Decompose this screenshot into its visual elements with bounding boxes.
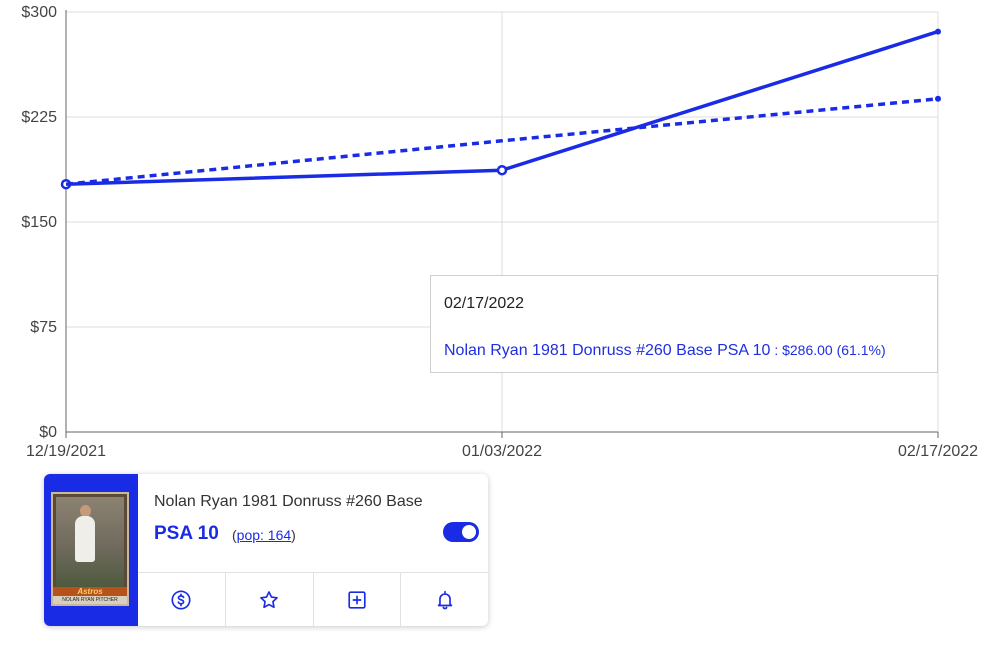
x-tick-label: 12/19/2021 <box>26 443 106 460</box>
x-tick-label: 01/03/2022 <box>462 443 542 460</box>
population-link[interactable]: pop: 164 <box>237 527 292 543</box>
trend-point <box>935 95 941 102</box>
card-image-banner: Astros <box>53 587 127 596</box>
y-tick-label: $0 <box>39 424 57 441</box>
x-tick-label: 02/17/2022 <box>898 443 978 460</box>
price-alert-button[interactable] <box>400 573 488 626</box>
card-image-caption: NOLAN RYAN PITCHER <box>53 596 127 604</box>
card-image: Astros NOLAN RYAN PITCHER <box>51 492 129 606</box>
price-point <box>496 164 508 176</box>
dollar-icon <box>171 590 191 610</box>
tooltip-separator: : <box>770 342 783 358</box>
population-info: (pop: 164) <box>232 527 296 543</box>
card-actions <box>138 572 488 626</box>
plus-square-icon <box>348 591 366 609</box>
chart-tick-labels: $0 $75 $150 $225 $300 12/19/2021 01/03/2022 02/… <box>21 4 978 460</box>
tooltip-date: 02/17/2022 <box>444 295 525 312</box>
price-button[interactable] <box>138 573 225 626</box>
y-tick-label: $300 <box>21 4 57 21</box>
tooltip-entry: Nolan Ryan 1981 Donruss #260 Base PSA 10… <box>444 342 886 360</box>
card-thumbnail[interactable]: Astros NOLAN RYAN PITCHER <box>44 474 138 626</box>
bell-icon <box>437 590 452 610</box>
chart-visibility-toggle[interactable] <box>443 522 479 542</box>
y-tick-label: $75 <box>30 319 57 336</box>
pop-suffix: ) <box>291 527 296 543</box>
y-tick-label: $150 <box>21 214 57 231</box>
card-summary: Astros NOLAN RYAN PITCHER Nolan Ryan 198… <box>44 474 488 626</box>
price-point <box>935 28 941 35</box>
card-title: Nolan Ryan 1981 Donruss #260 Base <box>154 493 423 510</box>
star-icon <box>260 591 279 609</box>
tooltip-value: $286.00 (61.1%) <box>782 342 886 358</box>
chart-tooltip: 02/17/2022 Nolan Ryan 1981 Donruss #260 … <box>430 275 938 373</box>
tooltip-series-name: Nolan Ryan 1981 Donruss #260 Base PSA 10 <box>444 342 771 359</box>
add-to-collection-button[interactable] <box>312 573 401 626</box>
favorite-button[interactable] <box>224 573 313 626</box>
y-tick-label: $225 <box>21 109 57 126</box>
card-grade: PSA 10 <box>154 523 219 544</box>
toggle-knob <box>462 525 476 539</box>
price-chart: $0 $75 $150 $225 $300 12/19/2021 01/03/2022 02/… <box>21 4 978 460</box>
